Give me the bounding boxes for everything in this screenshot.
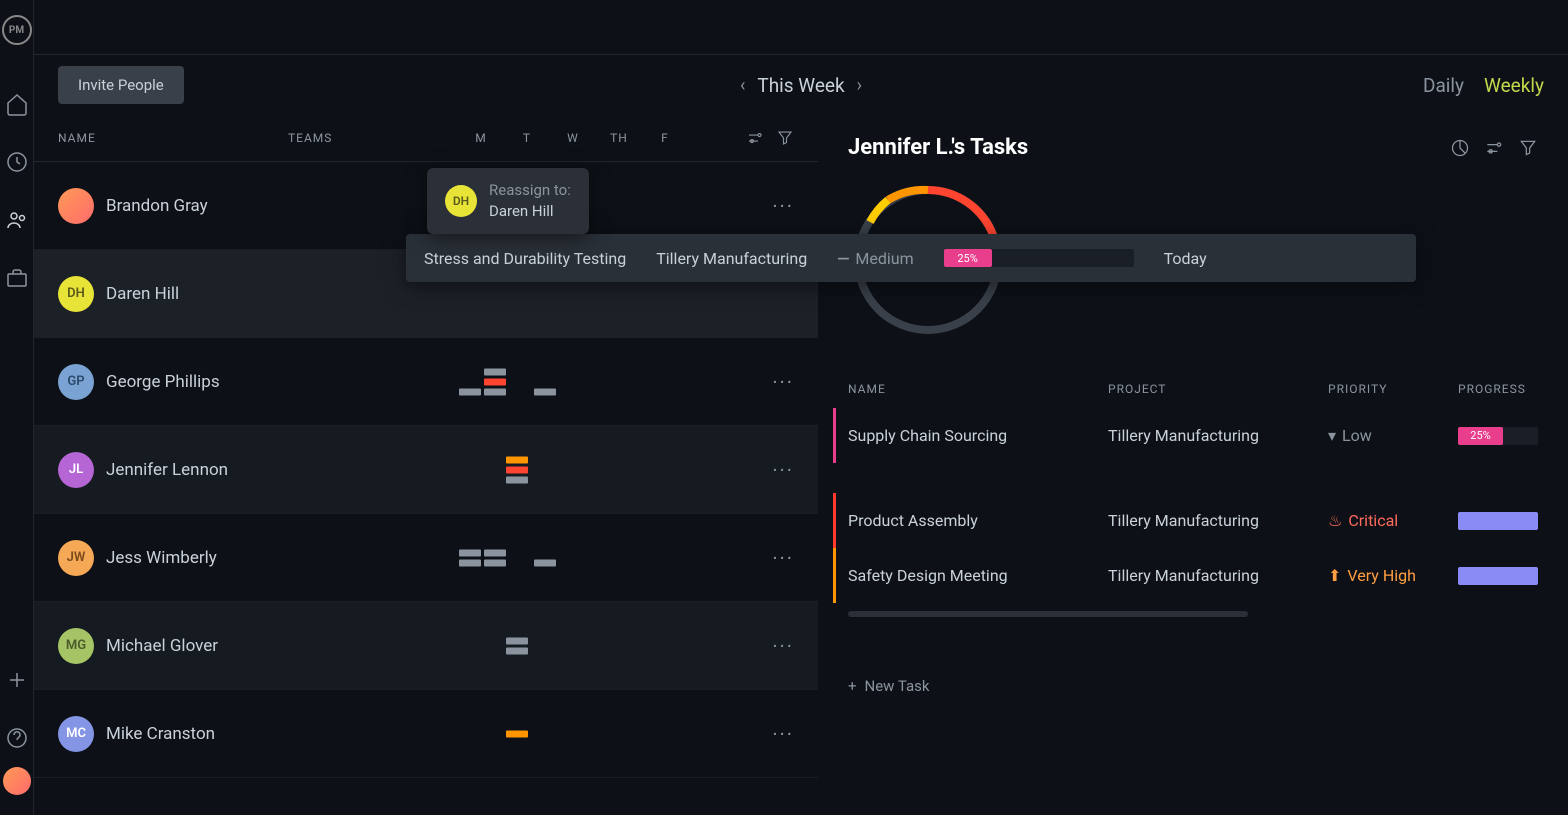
more-icon[interactable]: ··· bbox=[772, 722, 794, 746]
chevron-down-icon: ▾ bbox=[1328, 426, 1336, 445]
th-name: NAME bbox=[848, 382, 1108, 396]
task-project: Tillery Manufacturing bbox=[1108, 426, 1328, 445]
main-area: Invite People ‹ This Week › Daily Weekly… bbox=[34, 0, 1568, 815]
col-name: NAME bbox=[58, 131, 288, 145]
col-day-f: F bbox=[642, 131, 688, 145]
plus-icon: + bbox=[848, 677, 857, 695]
scrollbar[interactable] bbox=[848, 611, 1248, 617]
person-row[interactable]: JW Jess Wimberly ··· bbox=[34, 514, 818, 602]
progress-value: 25% bbox=[944, 249, 992, 267]
people-panel: NAME TEAMS M T W TH F Brandon Gray bbox=[34, 115, 818, 815]
next-week-icon[interactable]: › bbox=[857, 75, 862, 96]
arrow-up-icon: ⬆ bbox=[1328, 566, 1341, 585]
clock-icon[interactable] bbox=[5, 150, 29, 174]
drag-task-name: Stress and Durability Testing bbox=[424, 249, 626, 268]
dragged-task[interactable]: Stress and Durability Testing Tillery Ma… bbox=[406, 234, 1416, 282]
task-priority: ⬆Very High bbox=[1328, 566, 1458, 585]
more-icon[interactable]: ··· bbox=[772, 458, 794, 482]
drag-task-due: Today bbox=[1164, 249, 1207, 268]
settings-icon[interactable] bbox=[1484, 138, 1504, 158]
col-day-m: M bbox=[458, 131, 504, 145]
sidebar: PM bbox=[0, 0, 34, 815]
header: Invite People ‹ This Week › Daily Weekly bbox=[34, 55, 1568, 115]
pie-icon[interactable] bbox=[1450, 138, 1470, 158]
avatar: MG bbox=[58, 628, 94, 664]
progress-value: 25% bbox=[1458, 427, 1503, 445]
week-navigator: ‹ This Week › bbox=[740, 74, 862, 97]
task-row[interactable]: Product Assembly Tillery Manufacturing ♨… bbox=[833, 493, 1538, 548]
avatar: GP bbox=[58, 364, 94, 400]
avatar: JW bbox=[58, 540, 94, 576]
task-project: Tillery Manufacturing bbox=[1108, 566, 1328, 585]
avatar bbox=[58, 188, 94, 224]
progress-value bbox=[1458, 567, 1538, 585]
prev-week-icon[interactable]: ‹ bbox=[740, 75, 745, 96]
week-label: This Week bbox=[757, 74, 844, 97]
panel-title: Jennifer L.'s Tasks bbox=[848, 135, 1028, 160]
column-headers: NAME TEAMS M T W TH F bbox=[34, 115, 818, 162]
person-name: George Phillips bbox=[106, 372, 220, 392]
user-avatar[interactable] bbox=[3, 767, 31, 795]
col-teams: TEAMS bbox=[288, 131, 458, 145]
more-icon[interactable]: ··· bbox=[772, 370, 794, 394]
task-priority: ♨Critical bbox=[1328, 511, 1458, 530]
avatar: DH bbox=[58, 276, 94, 312]
fire-icon: ♨ bbox=[1328, 511, 1342, 530]
task-name: Supply Chain Sourcing bbox=[848, 426, 1108, 445]
view-daily[interactable]: Daily bbox=[1423, 74, 1464, 97]
person-row[interactable]: JL Jennifer Lennon ··· bbox=[34, 426, 818, 514]
app-logo[interactable]: PM bbox=[2, 15, 32, 45]
task-row[interactable]: Safety Design Meeting Tillery Manufactur… bbox=[833, 548, 1538, 603]
reassign-tooltip: DH Reassign to: Daren Hill bbox=[427, 168, 589, 234]
task-project: Tillery Manufacturing bbox=[1108, 511, 1328, 530]
home-icon[interactable] bbox=[5, 92, 29, 116]
col-day-t: T bbox=[504, 131, 550, 145]
person-row[interactable]: MC Mike Cranston ··· bbox=[34, 690, 818, 778]
new-task-button[interactable]: + New Task bbox=[848, 677, 1538, 695]
tooltip-label: Reassign to: bbox=[489, 180, 571, 201]
people-icon[interactable] bbox=[5, 208, 29, 232]
drag-task-project: Tillery Manufacturing bbox=[656, 249, 807, 268]
col-day-w: W bbox=[550, 131, 596, 145]
person-row[interactable]: GP George Phillips ··· bbox=[34, 338, 818, 426]
th-progress: PROGRESS bbox=[1458, 382, 1538, 396]
tasks-panel: Jennifer L.'s Tasks 4 bbox=[818, 115, 1568, 815]
more-icon[interactable]: ··· bbox=[772, 546, 794, 570]
person-row[interactable]: MG Michael Glover ··· bbox=[34, 602, 818, 690]
new-task-label: New Task bbox=[865, 677, 930, 695]
task-column-headers: NAME PROJECT PRIORITY PROGRESS bbox=[848, 370, 1538, 408]
th-priority: PRIORITY bbox=[1328, 382, 1458, 396]
filter-icon[interactable] bbox=[1518, 138, 1538, 158]
task-row[interactable]: Supply Chain Sourcing Tillery Manufactur… bbox=[833, 408, 1538, 463]
drag-task-priority: —Medium bbox=[837, 249, 913, 268]
th-project: PROJECT bbox=[1108, 382, 1328, 396]
briefcase-icon[interactable] bbox=[5, 266, 29, 290]
plus-icon[interactable] bbox=[5, 668, 29, 692]
person-name: Jess Wimberly bbox=[106, 548, 217, 568]
avatar: JL bbox=[58, 452, 94, 488]
more-icon[interactable]: ··· bbox=[772, 194, 794, 218]
person-name: Daren Hill bbox=[106, 284, 179, 304]
avatar: MC bbox=[58, 716, 94, 752]
person-name: Jennifer Lennon bbox=[106, 460, 228, 480]
person-name: Mike Cranston bbox=[106, 724, 215, 744]
task-name: Product Assembly bbox=[848, 511, 1108, 530]
filter-icon[interactable] bbox=[776, 129, 794, 147]
drag-task-progress: 25% bbox=[944, 249, 1134, 267]
tooltip-avatar: DH bbox=[445, 185, 477, 217]
view-weekly[interactable]: Weekly bbox=[1484, 74, 1544, 97]
person-name: Michael Glover bbox=[106, 636, 218, 656]
col-day-th: TH bbox=[596, 131, 642, 145]
help-icon[interactable] bbox=[5, 726, 29, 750]
task-priority: ▾Low bbox=[1328, 426, 1458, 445]
task-name: Safety Design Meeting bbox=[848, 566, 1108, 585]
more-icon[interactable]: ··· bbox=[772, 634, 794, 658]
person-name: Brandon Gray bbox=[106, 196, 208, 216]
dash-icon: — bbox=[837, 249, 849, 268]
settings-icon[interactable] bbox=[746, 129, 764, 147]
invite-button[interactable]: Invite People bbox=[58, 66, 184, 104]
view-toggle: Daily Weekly bbox=[1423, 74, 1544, 97]
progress-value bbox=[1458, 512, 1538, 530]
tooltip-name: Daren Hill bbox=[489, 201, 571, 222]
